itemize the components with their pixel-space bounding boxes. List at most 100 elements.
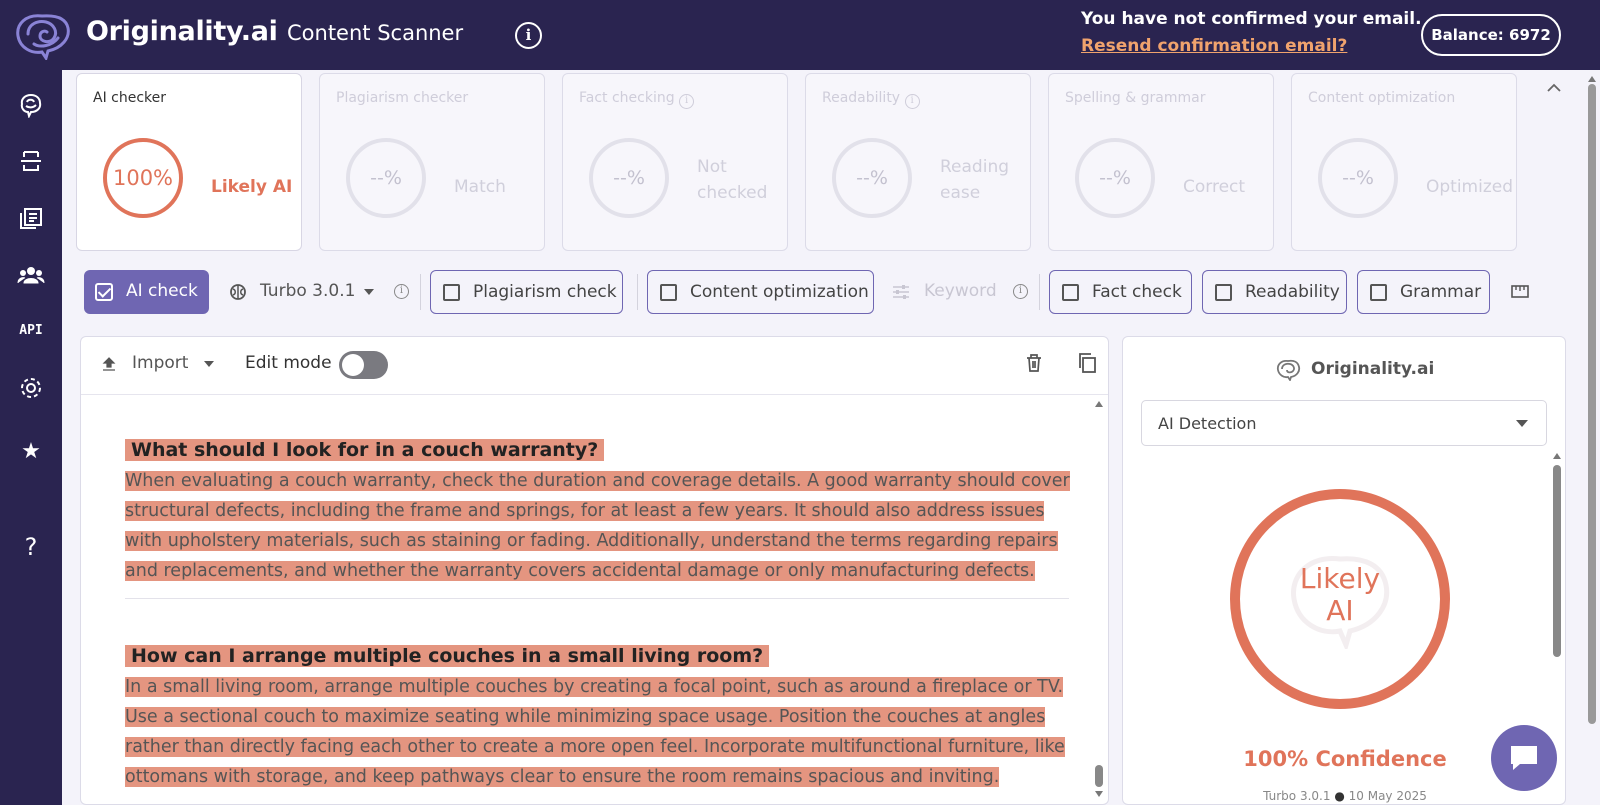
scan-date: 10 May 2025 bbox=[1348, 789, 1427, 803]
resend-confirmation-link[interactable]: Resend confirmation email? bbox=[1081, 36, 1347, 56]
page-scrollbar[interactable] bbox=[1586, 72, 1598, 805]
text-line: and replacements, and whether the warran… bbox=[125, 561, 1035, 581]
checkbox-icon bbox=[1215, 284, 1232, 301]
text-line: Use a sectional couch to maximize seatin… bbox=[125, 707, 1046, 727]
copy-icon[interactable] bbox=[1077, 352, 1097, 374]
import-label: Import bbox=[132, 353, 189, 373]
chevron-down-icon bbox=[1516, 420, 1528, 427]
checkbox-icon bbox=[1062, 284, 1079, 301]
divider bbox=[125, 598, 1069, 599]
help-icon[interactable]: ? bbox=[16, 532, 46, 562]
sliders-icon bbox=[893, 285, 909, 299]
ruler-icon[interactable] bbox=[1511, 283, 1529, 299]
verdict-line: Likely bbox=[1299, 562, 1381, 595]
editor-toolbar: Import Edit mode bbox=[81, 337, 1108, 395]
text-line: ottomans with storage, and keep pathways… bbox=[125, 767, 1000, 787]
text-line: When evaluating a couch warranty, check … bbox=[125, 471, 1070, 491]
readability-button[interactable]: Readability bbox=[1202, 270, 1347, 314]
brain-icon[interactable] bbox=[16, 90, 46, 120]
grammar-button[interactable]: Grammar bbox=[1357, 270, 1490, 314]
library-icon[interactable] bbox=[16, 203, 46, 233]
card-title: Fact checking i bbox=[579, 90, 695, 109]
text-line: with upholstery materials, such as stain… bbox=[125, 531, 1058, 551]
info-icon[interactable]: i bbox=[679, 94, 695, 109]
detection-mode-select[interactable]: AI Detection bbox=[1141, 400, 1547, 446]
card-title: Content optimization bbox=[1308, 90, 1456, 106]
text-line: In a small living room, arrange multiple… bbox=[125, 677, 1064, 697]
card-readability[interactable]: Readability i --% Reading ease bbox=[805, 73, 1031, 251]
card-spelling-grammar[interactable]: Spelling & grammar --% Correct bbox=[1048, 73, 1274, 251]
card-title: Spelling & grammar bbox=[1065, 90, 1206, 106]
sidebar-item-api[interactable]: API bbox=[16, 316, 46, 346]
trash-icon[interactable] bbox=[1025, 353, 1043, 373]
editor-scrollbar[interactable] bbox=[1094, 399, 1104, 799]
dot-icon: ● bbox=[1334, 789, 1345, 803]
keyword-input[interactable]: Keyword bbox=[924, 281, 997, 301]
card-status: Reading ease bbox=[940, 154, 1009, 206]
status-line: Not bbox=[697, 157, 727, 177]
score-ring: 100% bbox=[103, 138, 183, 218]
score-ring: --% bbox=[1318, 138, 1398, 218]
text-line: structural defects, including the frame … bbox=[125, 501, 1045, 521]
card-content-optimization[interactable]: Content optimization --% Optimized bbox=[1291, 73, 1517, 251]
divider bbox=[420, 274, 421, 310]
checkbox-icon bbox=[443, 284, 460, 301]
edit-mode-toggle[interactable] bbox=[339, 351, 388, 379]
brain-logo-icon[interactable] bbox=[12, 10, 74, 60]
plagiarism-check-button[interactable]: Plagiarism check bbox=[430, 270, 623, 314]
status-line: Reading bbox=[940, 157, 1010, 177]
card-status: Correct bbox=[1183, 177, 1246, 197]
info-icon[interactable]: i bbox=[394, 284, 409, 299]
card-title-text: Readability bbox=[822, 90, 901, 106]
page-title: Content Scanner bbox=[287, 21, 464, 45]
button-label: Fact check bbox=[1092, 282, 1182, 302]
email-notice: You have not confirmed your email. bbox=[1081, 9, 1422, 29]
editor-content[interactable]: What should I look for in a couch warran… bbox=[125, 435, 1085, 802]
score-ring: --% bbox=[589, 138, 669, 218]
editor-panel: Import Edit mode What should I look for … bbox=[80, 336, 1109, 805]
divider bbox=[637, 274, 638, 310]
model-name: Turbo 3.0.1 bbox=[260, 281, 356, 301]
info-icon[interactable]: i bbox=[515, 22, 542, 49]
ai-check-button[interactable]: AI check bbox=[84, 270, 209, 314]
star-icon[interactable]: ★ bbox=[16, 437, 46, 467]
checkbox-checked-icon bbox=[95, 283, 113, 301]
upload-icon bbox=[102, 357, 116, 371]
card-title: Plagiarism checker bbox=[336, 90, 469, 106]
verdict-text: Likely AI bbox=[1240, 563, 1440, 627]
top-bar: Originality.ai Content Scanner i You hav… bbox=[0, 0, 1600, 70]
card-title: AI checker bbox=[93, 90, 167, 106]
team-icon[interactable] bbox=[16, 260, 46, 290]
info-icon[interactable]: i bbox=[904, 94, 920, 109]
card-title-text: Fact checking bbox=[579, 90, 675, 106]
verdict-ring: Likely AI bbox=[1230, 489, 1450, 709]
balance-button[interactable]: Balance: 6972 bbox=[1421, 14, 1561, 56]
brain-icon bbox=[230, 284, 246, 300]
card-status: Not checked bbox=[697, 154, 767, 206]
brand-name[interactable]: Originality.ai bbox=[86, 16, 278, 47]
scan-document-icon[interactable] bbox=[16, 146, 46, 176]
chat-button[interactable] bbox=[1491, 725, 1557, 791]
info-icon[interactable]: i bbox=[1013, 284, 1028, 299]
button-label: Readability bbox=[1245, 282, 1340, 302]
button-label: Grammar bbox=[1400, 282, 1482, 302]
fact-check-button[interactable]: Fact check bbox=[1049, 270, 1192, 314]
faq-question: How can I arrange multiple couches in a … bbox=[125, 645, 770, 667]
button-label: Plagiarism check bbox=[473, 282, 617, 302]
card-status: Optimized bbox=[1426, 177, 1514, 197]
brain-logo-icon bbox=[1276, 359, 1301, 381]
score-ring: --% bbox=[346, 138, 426, 218]
gear-icon[interactable] bbox=[16, 373, 46, 403]
faq-question: What should I look for in a couch warran… bbox=[125, 439, 605, 461]
chevron-up-icon[interactable] bbox=[1546, 80, 1562, 96]
divider bbox=[1039, 274, 1040, 310]
card-plagiarism-checker[interactable]: Plagiarism checker --% Match bbox=[319, 73, 545, 251]
scan-model: Turbo 3.0.1 bbox=[1263, 789, 1331, 803]
sidebar: API ★ ? bbox=[0, 70, 62, 805]
card-status: Match bbox=[454, 177, 506, 197]
content-optimization-button[interactable]: Content optimization bbox=[647, 270, 874, 314]
verdict-line: AI bbox=[1326, 594, 1354, 627]
chevron-down-icon bbox=[204, 361, 214, 367]
card-fact-checking[interactable]: Fact checking i --% Not checked bbox=[562, 73, 788, 251]
card-ai-checker[interactable]: AI checker 100% Likely AI bbox=[76, 73, 302, 251]
